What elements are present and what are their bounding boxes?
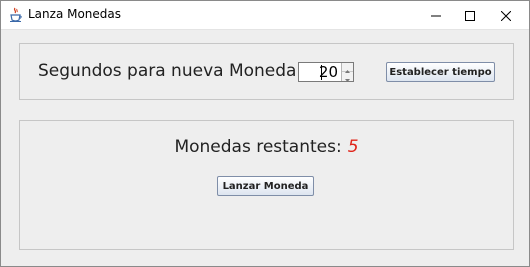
minimize-icon [431,11,441,21]
chevron-down-icon [345,67,350,86]
java-cup-icon [9,7,23,23]
title-bar[interactable]: Lanza Monedas [1,1,529,30]
seconds-spinner[interactable]: 20 [298,62,354,82]
spinner-down-button[interactable] [342,72,353,82]
window-title: Lanza Monedas [28,7,122,21]
config-panel: Segundos para nueva Moneda: 20 Establece… [19,43,514,100]
remaining-coins-line: Monedas restantes: 5 [20,137,513,157]
spinner-buttons [341,63,353,82]
seconds-value[interactable]: 20 [319,63,338,82]
maximize-icon [465,10,475,21]
remaining-label: Monedas restantes: [174,137,342,157]
seconds-label: Segundos para nueva Moneda: [38,61,303,81]
set-time-button[interactable]: Establecer tiempo [386,62,495,82]
app-window: Lanza Monedas Segundos para nueva Moneda… [0,0,530,267]
close-button[interactable] [483,1,529,30]
toss-coin-button[interactable]: Lanzar Moneda [217,176,314,196]
remaining-count: 5 [347,137,359,157]
close-icon [501,10,511,21]
coin-panel: Monedas restantes: 5 Lanzar Moneda [19,120,514,250]
